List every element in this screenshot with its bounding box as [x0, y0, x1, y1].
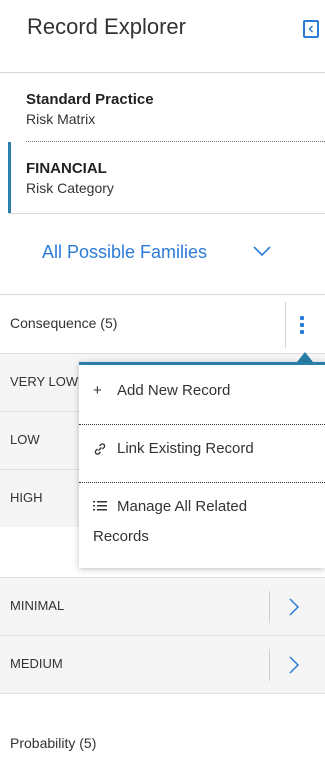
list-item-label: HIGH [10, 490, 43, 505]
family-dropdown[interactable]: All Possible Families [26, 232, 296, 272]
consequence-section-header: Consequence (5) [0, 295, 325, 353]
more-options-menu: + Add New Record Link Existing Record Ma… [79, 362, 325, 568]
divider [8, 213, 325, 214]
divider [269, 649, 270, 681]
chevron-left-icon [308, 25, 314, 33]
chevron-down-icon [253, 246, 271, 257]
popup-pointer [297, 352, 313, 362]
probability-section-label: Probability (5) [10, 735, 97, 751]
divider [79, 424, 325, 425]
record-card-financial[interactable]: FINANCIAL Risk Category [0, 142, 325, 214]
kebab-dot [300, 323, 304, 327]
chevron-right-icon[interactable] [288, 597, 300, 617]
more-options-button[interactable] [287, 302, 315, 350]
menu-item-label: Link Existing Record [117, 440, 254, 457]
kebab-dot [300, 316, 304, 320]
kebab-dot [300, 330, 304, 334]
divider [0, 693, 325, 694]
list-item-minimal[interactable]: MINIMAL [0, 577, 325, 635]
collapse-panel-button[interactable] [303, 20, 319, 38]
chevron-right-icon[interactable] [288, 655, 300, 675]
divider [79, 482, 325, 483]
family-dropdown-value: All Possible Families [42, 242, 208, 262]
record-card-standard-practice[interactable]: Standard Practice Risk Matrix [0, 73, 325, 137]
list-item-medium[interactable]: MEDIUM [0, 635, 325, 693]
panel-title: Record Explorer [27, 14, 186, 39]
menu-item-label-line2: Records [93, 528, 149, 545]
panel-header: Record Explorer [0, 0, 325, 72]
list-item-label: LOW [10, 432, 40, 447]
divider [269, 591, 270, 623]
record-card-subtitle: Risk Matrix [26, 111, 96, 127]
list-item-label: MINIMAL [10, 598, 65, 613]
divider [285, 302, 286, 348]
record-card-title: FINANCIAL [26, 160, 107, 177]
popup-accent-bar [79, 362, 325, 365]
record-card-title: Standard Practice [26, 91, 154, 108]
list-icon [93, 498, 107, 515]
selected-indicator [8, 142, 11, 214]
list-item-label: MEDIUM [10, 656, 63, 671]
link-icon [93, 440, 107, 458]
menu-item-label: Add New Record [117, 382, 231, 399]
plus-icon: + [93, 382, 102, 399]
record-card-subtitle: Risk Category [26, 180, 114, 196]
list-item-label: VERY LOW [10, 374, 79, 389]
menu-item-label: Manage All Related [117, 498, 248, 515]
consequence-section-label: Consequence (5) [10, 315, 118, 331]
